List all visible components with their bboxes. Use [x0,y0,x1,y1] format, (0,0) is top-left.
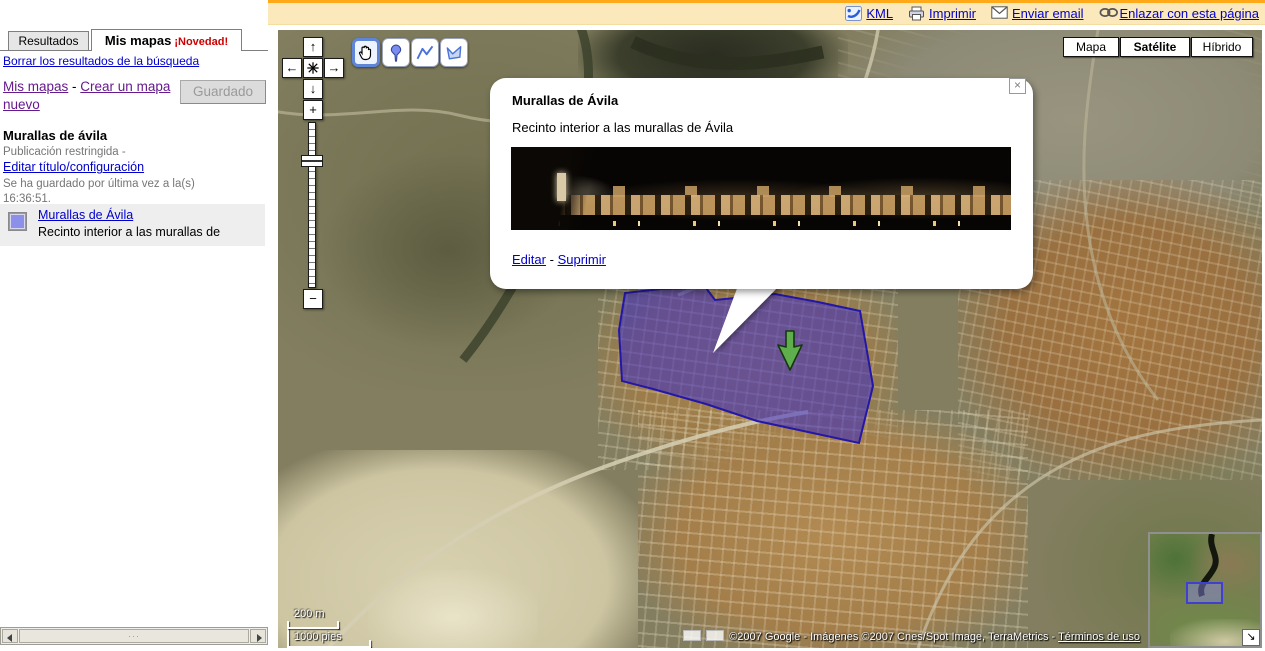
permalink-link[interactable]: Enlazar con esta página [1120,6,1259,21]
recenter-icon [306,61,320,75]
scrollbar-thumb[interactable]: ··· [19,629,249,643]
marker-tool-button[interactable] [382,38,410,67]
pan-center-button[interactable] [303,58,323,78]
line-tool-button[interactable] [411,38,439,67]
polygon-color-swatch [8,212,27,231]
scale-imperial-label: 1000 pies [294,631,342,643]
map-type-satelite[interactable]: Satélite [1120,37,1190,57]
overview-collapse-button[interactable]: ↘ [1242,629,1260,646]
sidebar: Resultados Mis mapas¡Novedad! Borrar los… [0,0,268,651]
terms-of-use-link[interactable]: Términos de uso [1058,631,1140,643]
pan-down-button[interactable]: ↓ [303,79,323,99]
zoom-slider-handle[interactable] [301,155,323,167]
info-window-title: Murallas de Ávila [512,93,618,108]
link-icon [1099,6,1116,21]
feature-description: Recinto interior a las murallas de [38,225,220,239]
marker-icon [386,42,406,64]
polygon-icon [444,43,464,63]
zoom-slider-track[interactable] [308,122,316,288]
my-maps-link[interactable]: Mis mapas [3,79,68,94]
avila-walls-photo [511,147,1011,230]
scroll-right-icon [257,634,262,642]
close-icon: × [1014,78,1021,92]
printer-icon [908,6,925,21]
last-saved-text: Se ha guardado por última vez a la(s) 16… [3,177,265,207]
overview-viewport-rect[interactable] [1186,582,1223,604]
feature-title-link[interactable]: Murallas de Ávila [38,208,133,222]
sidebar-content: Borrar los resultados de la búsqueda Mis… [3,54,265,207]
scale-line [369,640,371,648]
edit-feature-link[interactable]: Editar [512,252,546,267]
kml-link-group: KML [845,6,893,21]
info-window: Murallas de Ávila Recinto interior a las… [490,78,1033,289]
provider-logo [683,630,701,641]
header-links: KML Imprimir Enviar email Enlazar con es… [845,6,1259,21]
clear-results-link[interactable]: Borrar los resultados de la búsqueda [3,54,199,68]
scale-line [287,621,289,648]
pan-left-button[interactable]: ← [282,58,302,78]
photo-lit-tower [557,173,566,201]
novedad-badge: ¡Novedad! [174,36,228,48]
kml-icon [845,6,862,21]
print-link-group: Imprimir [908,6,976,21]
scroll-right-button[interactable] [250,629,266,643]
scale-line [287,627,339,629]
polyline-icon [415,43,435,63]
provider-logo [706,630,724,641]
scale-line [337,621,339,629]
copyright-text: ©2007 Google - Imágenes ©2007 Cnes/Spot … [729,631,1058,643]
email-link-group: Enviar email [991,6,1084,21]
hand-icon [356,43,376,63]
zoom-out-button[interactable]: − [303,289,323,309]
pan-right-button[interactable]: → [324,58,344,78]
scroll-left-icon [7,634,12,642]
pan-up-button[interactable]: ↑ [303,37,323,57]
publication-status: Publicación restringida - [3,146,265,158]
collapse-arrow-icon: ↘ [1246,631,1255,643]
envelope-icon [991,6,1008,21]
scale-bar: 200 m 1000 pies [287,605,397,648]
zoom-in-button[interactable]: + [303,100,323,120]
map-canvas[interactable]: ↑ ← → ↓ + − [278,30,1262,648]
sidebar-horizontal-scrollbar[interactable]: ··· [0,627,268,645]
edit-title-settings-link[interactable]: Editar título/configuración [3,160,144,174]
scale-line [287,646,371,648]
scroll-left-button[interactable] [2,629,18,643]
feature-text: Murallas de Ávila Recinto interior a las… [38,207,220,241]
kml-link[interactable]: KML [866,6,893,21]
current-map-title: Murallas de ávila [3,128,265,143]
map-copyright: ©2007 Google - Imágenes ©2007 Cnes/Spot … [638,630,1140,643]
permalink-group: Enlazar con esta página [1099,6,1259,21]
delete-feature-link[interactable]: Suprimir [558,252,606,267]
map-type-mapa[interactable]: Mapa [1063,37,1119,57]
info-window-description: Recinto interior a las murallas de Ávila [512,120,733,135]
email-link[interactable]: Enviar email [1012,6,1084,21]
print-link[interactable]: Imprimir [929,6,976,21]
info-window-close-button[interactable]: × [1009,78,1026,94]
polygon-tool-button[interactable] [440,38,468,67]
overview-map[interactable]: ↘ [1148,532,1262,648]
info-window-links: Editar - Suprimir [512,252,606,267]
map-type-hibrido[interactable]: Híbrido [1191,37,1253,57]
my-maps-row: Mis mapas - Crear un mapa nuevo [3,78,175,114]
scale-metric-label: 200 m [294,608,325,620]
hand-tool-button[interactable] [352,38,380,67]
google-my-maps-page: Mapas KML Imprimir Enviar email [0,0,1265,651]
saved-button[interactable]: Guardado [180,80,266,104]
feature-list-item[interactable]: Murallas de Ávila Recinto interior a las… [0,204,265,246]
tab-resultados[interactable]: Resultados [8,31,89,50]
tab-mis-mapas[interactable]: Mis mapas¡Novedad! [91,29,242,51]
